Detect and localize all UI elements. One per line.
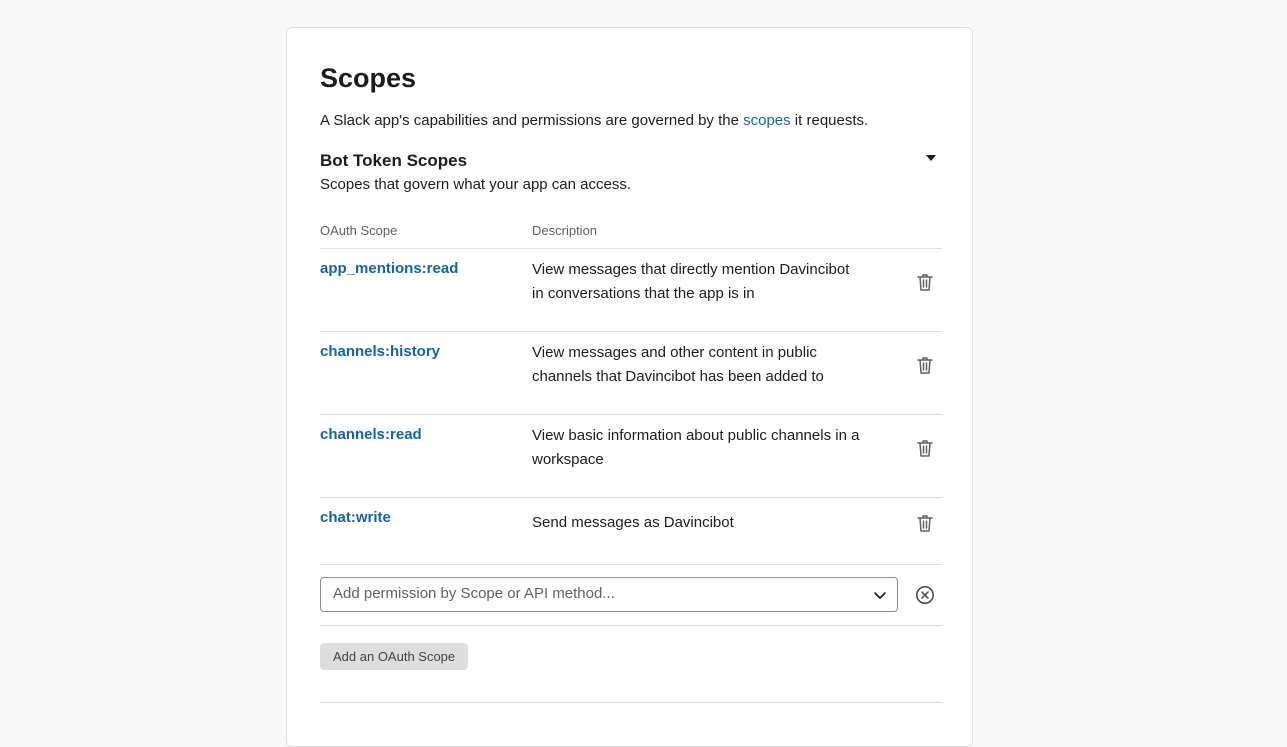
circle-x-icon[interactable]: [915, 585, 935, 605]
table-row: chat:write Send messages as Davincibot: [320, 498, 942, 565]
trash-icon[interactable]: [917, 356, 933, 374]
table-row: channels:history View messages and other…: [320, 332, 942, 415]
scope-description: View messages and other content in publi…: [532, 344, 824, 385]
add-permission-select[interactable]: [320, 577, 898, 612]
scope-name-link[interactable]: channels:history: [320, 341, 440, 363]
intro-text-after: it requests.: [790, 112, 869, 129]
trash-icon[interactable]: [917, 273, 933, 291]
page-title: Scopes: [320, 63, 417, 93]
add-oauth-scope-button[interactable]: Add an OAuth Scope: [320, 643, 469, 670]
scope-description: View messages that directly mention Davi…: [532, 261, 850, 302]
column-header-description: Description: [532, 223, 598, 238]
table-row: app_mentions:read View messages that dir…: [320, 249, 942, 332]
intro-text-before: A Slack app's capabilities and permissio…: [320, 112, 744, 129]
scopes-link[interactable]: scopes: [743, 112, 791, 129]
trash-icon[interactable]: [917, 514, 933, 532]
intro-text: A Slack app's capabilities and permissio…: [320, 110, 868, 132]
scope-name-link[interactable]: app_mentions:read: [320, 258, 458, 280]
add-permission-input[interactable]: [333, 585, 853, 602]
scope-description: View basic information about public chan…: [532, 427, 860, 468]
scope-name-link[interactable]: channels:read: [320, 424, 422, 446]
scopes-card: Scopes A Slack app's capabilities and pe…: [286, 27, 973, 747]
caret-down-icon[interactable]: [926, 155, 936, 161]
divider: [320, 702, 942, 703]
column-header-oauth-scope: OAuth Scope: [320, 223, 398, 238]
trash-icon[interactable]: [917, 439, 933, 457]
chevron-down-icon[interactable]: [873, 588, 887, 602]
bot-token-scopes-title: Bot Token Scopes: [320, 151, 468, 170]
scopes-table-header: OAuth Scope Description: [320, 221, 942, 249]
bot-token-scopes-subtitle: Scopes that govern what your app can acc…: [320, 176, 632, 193]
add-permission-row: [320, 565, 942, 626]
scope-name-link[interactable]: chat:write: [320, 507, 391, 529]
table-row: channels:read View basic information abo…: [320, 415, 942, 498]
scope-description: Send messages as Davincibot: [532, 514, 734, 531]
